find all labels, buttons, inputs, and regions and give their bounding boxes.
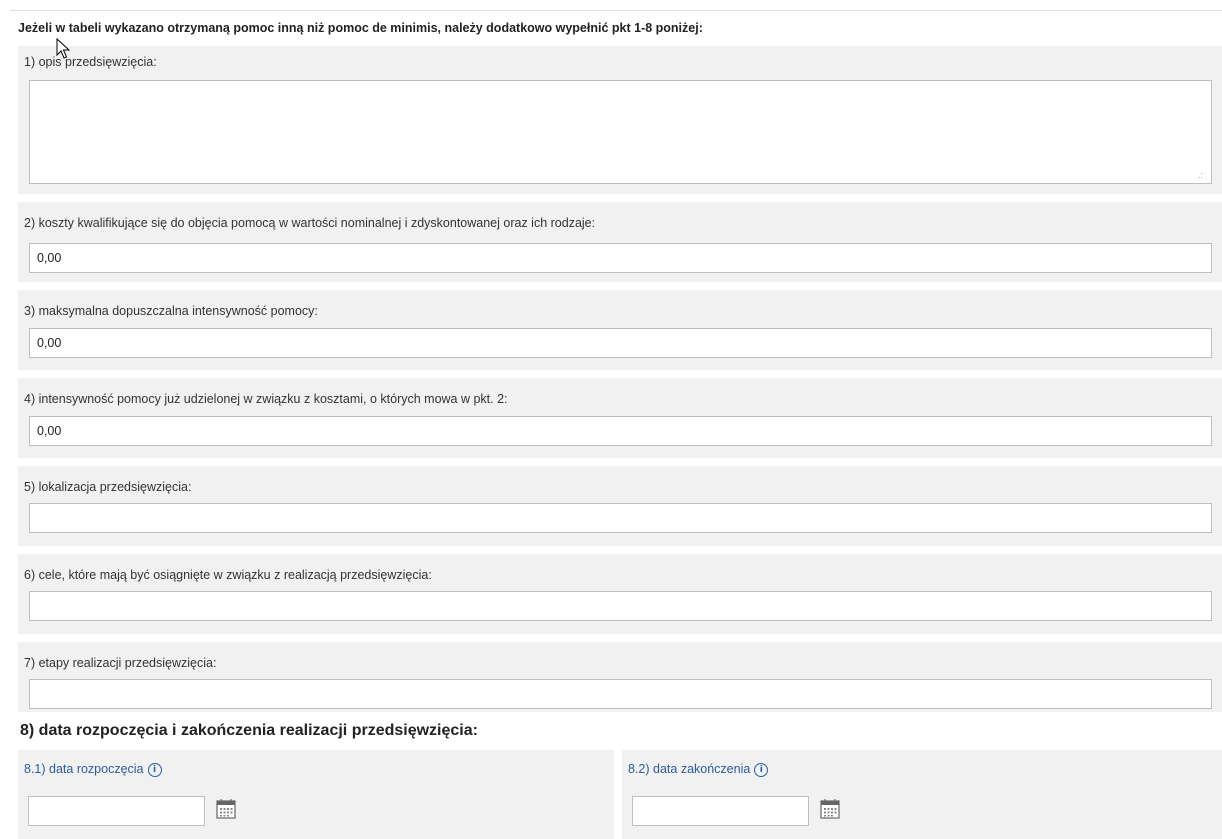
section-max-intensity: 3) maksymalna dopuszczalna intensywność … — [18, 290, 1222, 370]
max-intensity-input[interactable] — [29, 328, 1212, 358]
info-icon[interactable]: i — [754, 763, 769, 777]
resize-grip-icon[interactable]: .: — [1198, 171, 1203, 180]
instruction-text: Jeżeli w tabeli wykazano otrzymaną pomoc… — [18, 21, 703, 35]
location-label: 5) lokalizacja przedsięwzięcia: — [24, 480, 192, 494]
end-date-input[interactable] — [632, 796, 809, 826]
location-input[interactable] — [29, 503, 1212, 533]
start-date-label: 8.1) data rozpoczęcia i — [24, 762, 162, 777]
section-location: 5) lokalizacja przedsięwzięcia: — [18, 466, 1222, 546]
section-goals: 6) cele, które mają być osiągnięte w zwi… — [18, 554, 1222, 634]
end-date-label: 8.2) data zakończenia i — [628, 762, 769, 777]
max-intensity-label: 3) maksymalna dopuszczalna intensywność … — [24, 304, 318, 318]
end-date-label-text: 8.2) data zakończenia — [628, 762, 751, 776]
goals-input[interactable] — [29, 591, 1212, 621]
stages-input[interactable] — [29, 679, 1212, 709]
calendar-icon[interactable] — [215, 798, 237, 820]
eligible-costs-input[interactable] — [29, 243, 1212, 273]
description-label: 1) opis przedsięwzięcia: — [24, 55, 157, 69]
description-textarea[interactable] — [29, 80, 1212, 184]
start-date-input[interactable] — [28, 796, 205, 826]
stages-label: 7) etapy realizacji przedsięwzięcia: — [24, 656, 217, 670]
form-header: Jeżeli w tabeli wykazano otrzymaną pomoc… — [10, 10, 1222, 37]
form-page: Jeżeli w tabeli wykazano otrzymaną pomoc… — [10, 10, 1222, 839]
section-description: 1) opis przedsięwzięcia: .: — [18, 46, 1222, 194]
section-stages: 7) etapy realizacji przedsięwzięcia: — [18, 642, 1222, 712]
eligible-costs-label: 2) koszty kwalifikujące się do objęcia p… — [24, 216, 596, 230]
calendar-icon[interactable] — [819, 798, 841, 820]
granted-intensity-label: 4) intensywność pomocy już udzielonej w … — [24, 392, 508, 406]
end-date-panel: 8.2) data zakończenia i — [622, 750, 1222, 839]
goals-label: 6) cele, które mają być osiągnięte w zwi… — [24, 568, 432, 582]
info-icon[interactable]: i — [147, 763, 162, 777]
granted-intensity-input[interactable] — [29, 416, 1212, 446]
dates-section-title: 8) data rozpoczęcia i zakończenia realiz… — [20, 722, 478, 739]
start-date-panel: 8.1) data rozpoczęcia i — [18, 750, 614, 839]
start-date-label-text: 8.1) data rozpoczęcia — [24, 762, 144, 776]
section-eligible-costs: 2) koszty kwalifikujące się do objęcia p… — [18, 202, 1222, 282]
section-granted-intensity: 4) intensywność pomocy już udzielonej w … — [18, 378, 1222, 458]
